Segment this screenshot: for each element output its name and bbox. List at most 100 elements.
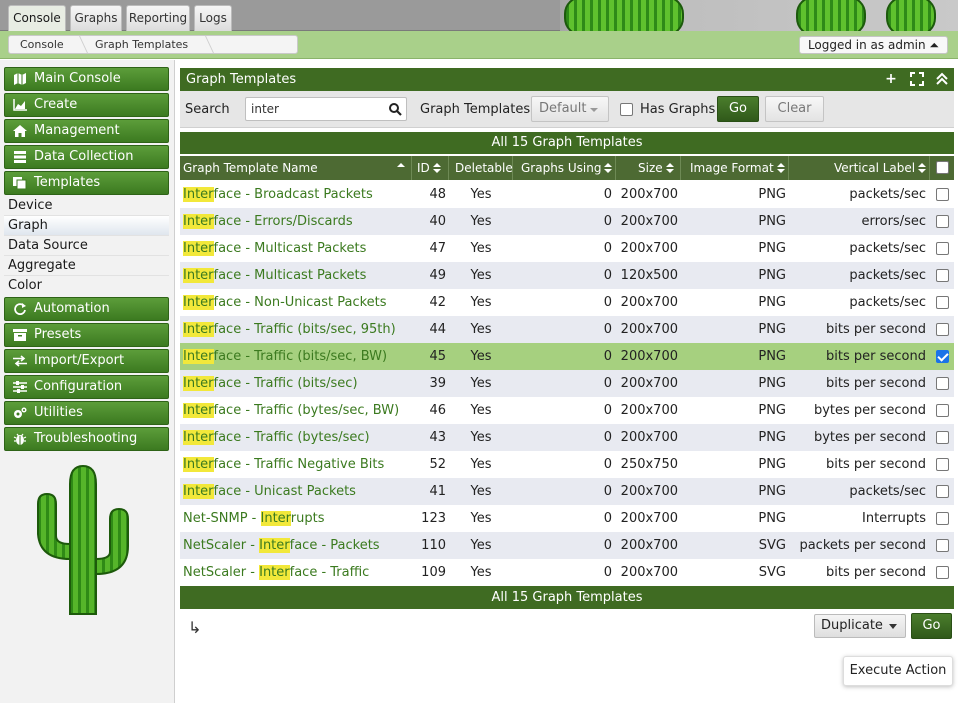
plus-icon[interactable]: + [884, 72, 898, 86]
cell-id: 123 [421, 511, 446, 526]
sidebar-item-data-collection[interactable]: Data Collection [4, 145, 169, 169]
breadcrumb-graph-templates[interactable]: Graph Templates [95, 36, 188, 53]
sidebar-item-main-console[interactable]: Main Console [4, 67, 169, 91]
clear-button[interactable]: Clear [765, 96, 824, 122]
row-checkbox[interactable] [936, 350, 949, 363]
logged-in-menu[interactable]: Logged in as admin ⏶ [798, 36, 948, 54]
cell-size: 200x700 [620, 538, 678, 553]
table-row[interactable]: Interface - Unicast Packets 41 Yes 0 200x700… [180, 478, 954, 505]
templates-filter-select[interactable]: Default [531, 96, 609, 122]
table-row[interactable]: Interface - Traffic (bytes/sec) 43 Yes 0 200… [180, 424, 954, 451]
cell-id: 52 [429, 457, 446, 472]
table-row[interactable]: Interface - Traffic Negative Bits 52 Yes 0 2… [180, 451, 954, 478]
sidebar-item-management[interactable]: Management [4, 119, 169, 143]
cell-deletable: Yes [470, 241, 492, 256]
table-row[interactable]: Interface - Traffic (bits/sec, 95th) 44 Ye… [180, 316, 954, 343]
tab-reporting[interactable]: Reporting [126, 5, 190, 31]
template-name-link[interactable]: Interface - Traffic Negative Bits [183, 451, 384, 478]
select-all-checkbox[interactable] [936, 161, 949, 174]
table-row[interactable]: Interface - Traffic (bits/sec) 39 Yes 0 200x… [180, 370, 954, 397]
cell-deletable: Yes [470, 295, 492, 310]
table-row[interactable]: Interface - Traffic (bytes/sec, BW) 46 Yes… [180, 397, 954, 424]
template-name-link[interactable]: Interface - Unicast Packets [183, 478, 356, 505]
row-checkbox[interactable] [936, 188, 949, 201]
template-name-link[interactable]: Interface - Multicast Packets [183, 235, 366, 262]
row-checkbox[interactable] [936, 323, 949, 336]
col-graphs-using[interactable]: Graphs Using [513, 156, 616, 180]
table-row[interactable]: Interface - Errors/Discards 40 Yes 0 200x700… [180, 208, 954, 235]
exchange-icon [13, 355, 27, 367]
tab-graphs[interactable]: Graphs [70, 5, 122, 31]
table-row[interactable]: Interface - Non-Unicast Packets 42 Yes 0 200… [180, 289, 954, 316]
row-checkbox[interactable] [936, 539, 949, 552]
table-row[interactable]: NetScaler - Interface - Traffic 109 Yes 0 20… [180, 559, 954, 586]
sidebar-item-import-export[interactable]: Import/Export [4, 349, 169, 373]
row-checkbox[interactable] [936, 296, 949, 309]
col-size[interactable]: Size [616, 156, 681, 180]
row-checkbox[interactable] [936, 485, 949, 498]
row-checkbox[interactable] [936, 458, 949, 471]
template-name-link[interactable]: NetScaler - Interface - Traffic [183, 559, 369, 586]
sort-icon [604, 163, 613, 173]
table-row[interactable]: Net-SNMP - Interrupts 123 Yes 0 200x700 PNG In… [180, 505, 954, 532]
sidebar-item-utilities[interactable]: Utilities [4, 401, 169, 425]
cell-size: 200x700 [620, 295, 678, 310]
template-name-link[interactable]: Interface - Multicast Packets [183, 262, 366, 289]
col-name[interactable]: Graph Template Name [180, 156, 412, 180]
sidebar-subitem-data-source[interactable]: Data Source [4, 236, 169, 256]
row-checkbox[interactable] [936, 512, 949, 525]
sidebar-item-templates[interactable]: Templates [4, 171, 169, 195]
sidebar-item-presets[interactable]: Presets [4, 323, 169, 347]
search-icon[interactable] [389, 103, 402, 116]
sidebar-subitem-device[interactable]: Device [4, 196, 169, 216]
table-row[interactable]: Interface - Multicast Packets 49 Yes 0 120x5… [180, 262, 954, 289]
has-graphs-checkbox[interactable] [620, 103, 633, 116]
sidebar-subitem-graph[interactable]: Graph [4, 216, 169, 236]
template-name-link[interactable]: Interface - Traffic (bytes/sec, BW) [183, 397, 399, 424]
table-row[interactable]: Interface - Multicast Packets 47 Yes 0 200x7… [180, 235, 954, 262]
col-vertical-label[interactable]: Vertical Label [789, 156, 930, 180]
row-checkbox[interactable] [936, 431, 949, 444]
cell-vertical-label: bits per second [826, 349, 926, 364]
col-id[interactable]: ID [412, 156, 449, 180]
collapse-icon[interactable] [935, 72, 949, 86]
col-image-format[interactable]: Image Format [681, 156, 789, 180]
col-name-label: Graph Template Name [183, 161, 318, 175]
template-name-link[interactable]: Interface - Errors/Discards [183, 208, 353, 235]
breadcrumb-console[interactable]: Console [20, 36, 64, 53]
row-checkbox[interactable] [936, 269, 949, 282]
row-checkbox[interactable] [936, 215, 949, 228]
table-row[interactable]: Interface - Broadcast Packets 48 Yes 0 200x7… [180, 181, 954, 208]
template-name-link[interactable]: Interface - Non-Unicast Packets [183, 289, 387, 316]
sidebar-subitem-color[interactable]: Color [4, 276, 169, 296]
table-row[interactable]: Interface - Traffic (bits/sec, BW) 45 Yes 0… [180, 343, 954, 370]
template-name-link[interactable]: Interface - Traffic (bits/sec) [183, 370, 358, 397]
template-name-link[interactable]: Net-SNMP - Interrupts [183, 505, 325, 532]
action-go-button[interactable]: Go [911, 613, 952, 639]
fullscreen-icon[interactable] [910, 72, 924, 86]
action-select[interactable]: Duplicate [814, 614, 906, 638]
row-checkbox[interactable] [936, 242, 949, 255]
go-button[interactable]: Go [717, 96, 759, 122]
sidebar-item-create[interactable]: Create [4, 93, 169, 117]
table-row[interactable]: NetScaler - Interface - Packets 110 Yes 0 20… [180, 532, 954, 559]
col-deletable[interactable]: Deletable [449, 156, 513, 180]
search-highlight: Inter [183, 187, 214, 202]
row-checkbox[interactable] [936, 566, 949, 579]
sidebar-subitem-aggregate[interactable]: Aggregate [4, 256, 169, 276]
row-checkbox[interactable] [936, 404, 949, 417]
name-suffix: face - Broadcast Packets [213, 187, 373, 202]
cell-image-format: PNG [758, 268, 786, 283]
template-name-link[interactable]: NetScaler - Interface - Packets [183, 532, 380, 559]
sidebar-item-configuration[interactable]: Configuration [4, 375, 169, 399]
search-input[interactable]: inter [245, 97, 407, 121]
row-checkbox[interactable] [936, 377, 949, 390]
sidebar-item-automation[interactable]: Automation [4, 297, 169, 321]
template-name-link[interactable]: Interface - Traffic (bits/sec, 95th) [183, 316, 396, 343]
tab-console[interactable]: Console [8, 5, 66, 31]
template-name-link[interactable]: Interface - Traffic (bytes/sec) [183, 424, 370, 451]
template-name-link[interactable]: Interface - Broadcast Packets [183, 181, 373, 208]
tab-logs[interactable]: Logs [194, 5, 232, 31]
template-name-link[interactable]: Interface - Traffic (bits/sec, BW) [183, 343, 387, 370]
sidebar-item-troubleshooting[interactable]: Troubleshooting [4, 427, 169, 451]
